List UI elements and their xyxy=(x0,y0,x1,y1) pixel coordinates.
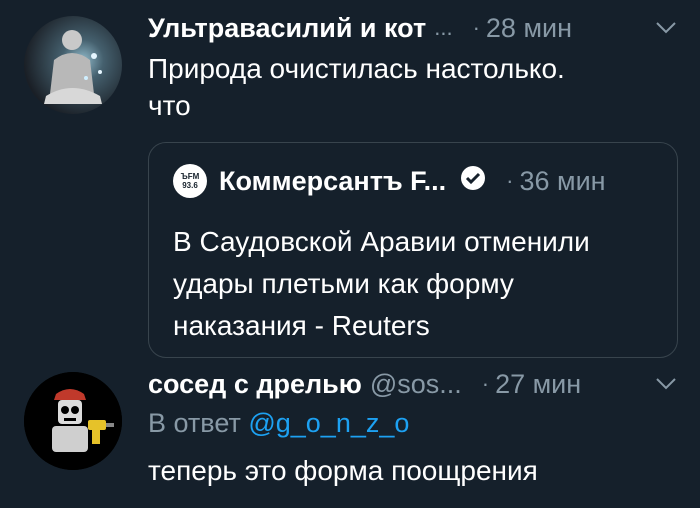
timestamp[interactable]: 28 мин xyxy=(486,13,572,44)
verified-badge-icon xyxy=(460,165,486,198)
tweet-1-header: Ультравасилий и кот ... · 28 мин xyxy=(148,10,678,46)
logo-text-1: ЪFM xyxy=(180,172,200,181)
quoted-timestamp: 36 мин xyxy=(519,165,606,196)
quoted-tweet[interactable]: ЪFM 93.6 Коммерсантъ F... · 36 мин В Сау… xyxy=(148,142,678,358)
timestamp[interactable]: 27 мин xyxy=(495,369,581,400)
kommersant-fm-logo: ЪFM 93.6 xyxy=(173,164,207,198)
avatar-tweet-1[interactable] xyxy=(24,16,122,114)
name-ellipsis: ... xyxy=(434,15,453,40)
tweet-1-text: Природа очистилась настолько. что xyxy=(148,50,668,124)
quoted-author-name: Коммерсантъ F... xyxy=(219,165,447,196)
author-name[interactable]: сосед с дрелью xyxy=(148,369,362,400)
tweet-2[interactable]: сосед с дрелью @sos... · 27 мин В ответ … xyxy=(0,360,700,508)
reply-prefix: В ответ xyxy=(148,408,241,438)
author-name[interactable]: Ультравасилий и кот xyxy=(148,13,426,44)
reply-to-line: В ответ @g_o_n_z_o xyxy=(148,408,409,439)
author-handle[interactable]: @sos... xyxy=(370,369,462,400)
separator-dot: · xyxy=(472,15,480,40)
logo-text-2: 93.6 xyxy=(182,181,198,190)
tweet-2-text: теперь это форма поощрения xyxy=(148,455,538,486)
quoted-text-line2: удары плетьми как форму xyxy=(173,268,514,299)
quoted-tweet-text: В Саудовской Аравии отменили удары плеть… xyxy=(173,221,663,347)
tweet-1[interactable]: Ультравасилий и кот ... · 28 мин Природа… xyxy=(0,0,700,140)
separator-dot: · xyxy=(506,168,514,193)
tweet-1-text-line1: Природа очистилась настолько. xyxy=(148,53,565,84)
avatar-tweet-2[interactable] xyxy=(24,372,122,470)
avatar-image xyxy=(24,372,122,470)
reply-mention-link[interactable]: @g_o_n_z_o xyxy=(248,408,409,438)
chevron-down-icon[interactable] xyxy=(654,372,678,403)
avatar-image xyxy=(24,16,122,114)
quoted-text-line1: В Саудовской Аравии отменили xyxy=(173,226,590,257)
quoted-tweet-header: ЪFM 93.6 Коммерсантъ F... · 36 мин xyxy=(173,163,657,199)
chevron-down-icon[interactable] xyxy=(654,16,678,47)
separator-dot: · xyxy=(481,371,490,396)
tweet-2-header: сосед с дрелью @sos... · 27 мин xyxy=(148,366,678,402)
quoted-text-line3: наказания - Reuters xyxy=(173,310,430,341)
tweet-1-text-line2: что xyxy=(148,90,191,121)
